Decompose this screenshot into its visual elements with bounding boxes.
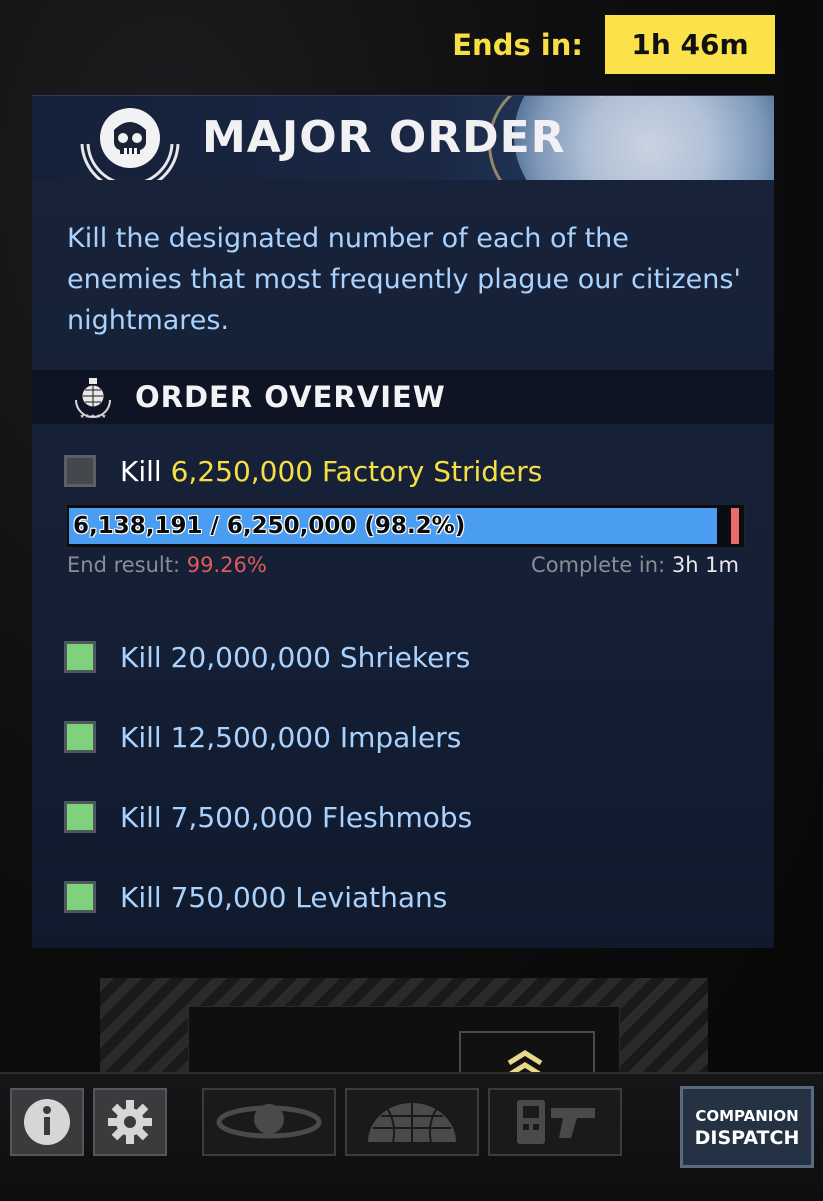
task-leviathans: Kill 750,000 Leviathans — [64, 877, 447, 917]
task-label: Kill 750,000 Leviathans — [120, 880, 448, 914]
task-fleshmobs: Kill 7,500,000 Fleshmobs — [64, 797, 472, 837]
complete-in-label: Complete in: — [531, 553, 666, 577]
companion-dispatch-button[interactable]: COMPANION DISPATCH — [680, 1086, 814, 1168]
end-result-label: End result: — [67, 553, 181, 577]
gear-icon — [108, 1100, 152, 1144]
ends-in-value: 1h 46m — [605, 15, 775, 74]
major-order-panel: MAJOR ORDER Kill the designated number o… — [32, 95, 774, 948]
skull-emblem-icon — [80, 108, 180, 180]
task-impalers: Kill 12,500,000 Impalers — [64, 717, 461, 757]
task-verb: Kill — [120, 454, 162, 488]
settings-button[interactable] — [93, 1088, 167, 1156]
galaxy-icon — [216, 1104, 322, 1139]
major-order-description: Kill the designated number of each of th… — [67, 223, 741, 336]
bottom-nav-bar: COMPANION DISPATCH — [0, 1072, 823, 1201]
dispatch-label: DISPATCH — [694, 1127, 800, 1149]
task-checkbox-complete — [64, 801, 96, 833]
loadout-icon — [517, 1100, 595, 1144]
task-label: Kill 12,500,000 Impalers — [120, 720, 462, 754]
task-checkbox-complete — [64, 641, 96, 673]
progress-bar-remaining-marker — [731, 508, 739, 544]
complete-in: Complete in: 3h 1m — [531, 553, 739, 577]
super-earth-emblem-icon: ★★★★★ — [75, 378, 111, 420]
task-checkbox-complete — [64, 721, 96, 753]
loadout-button[interactable] — [488, 1088, 622, 1156]
info-button[interactable] — [10, 1088, 84, 1156]
task-label: Kill 20,000,000 Shriekers — [120, 640, 471, 674]
task-factory-striders: Kill 6,250,000 Factory Striders — [64, 451, 542, 491]
hazard-stripe-card — [100, 978, 708, 1091]
task-checkbox-incomplete — [64, 455, 96, 487]
order-overview-title: ORDER OVERVIEW — [135, 380, 446, 414]
info-icon — [24, 1099, 70, 1145]
task-progress-bar: 6,138,191 / 6,250,000 (98.2%) — [65, 503, 746, 549]
complete-in-value: 3h 1m — [671, 553, 739, 577]
progress-bar-label: 6,138,191 / 6,250,000 (98.2%) — [73, 513, 466, 539]
task-shriekers: Kill 20,000,000 Shriekers — [64, 637, 470, 677]
task-label: Kill 6,250,000 Factory Striders — [120, 455, 542, 488]
task-label: Kill 7,500,000 Fleshmobs — [120, 800, 473, 834]
companion-label: COMPANION — [695, 1107, 799, 1125]
major-order-header: MAJOR ORDER — [32, 96, 774, 180]
ends-in-label: Ends in: — [452, 27, 583, 62]
galaxy-map-button[interactable] — [202, 1088, 336, 1156]
task-target: 6,250,000 Factory Striders — [170, 454, 543, 488]
order-timer: Ends in: 1h 46m — [452, 15, 775, 74]
war-map-button[interactable] — [345, 1088, 479, 1156]
major-order-title: MAJOR ORDER — [202, 112, 566, 163]
order-overview-header: ★★★★★ ORDER OVERVIEW — [32, 370, 774, 424]
svg-text:★★★★★: ★★★★★ — [80, 413, 107, 420]
end-result: End result: 99.26% — [67, 553, 267, 577]
war-map-globe-icon — [366, 1101, 458, 1143]
task-checkbox-complete — [64, 881, 96, 913]
end-result-value: 99.26% — [186, 553, 267, 577]
